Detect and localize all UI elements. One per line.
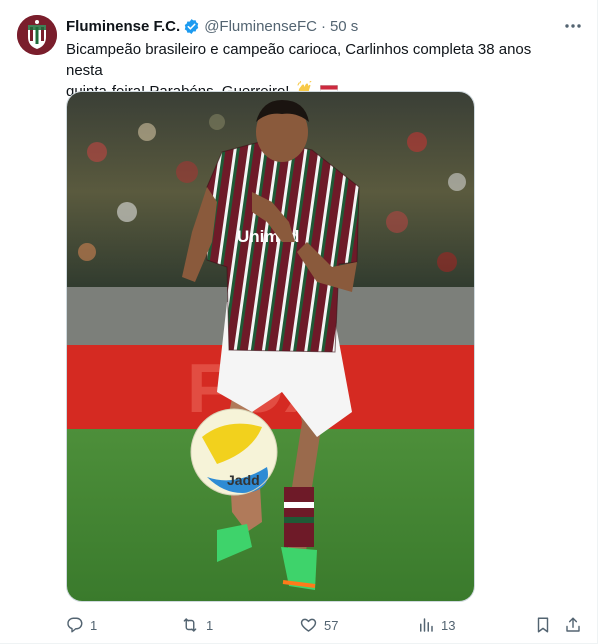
heart-icon xyxy=(300,618,317,632)
repost-count: 1 xyxy=(206,617,214,633)
share-button[interactable] xyxy=(564,614,582,636)
post-timestamp[interactable]: 50 s xyxy=(330,18,358,35)
verified-badge-icon xyxy=(183,18,200,35)
repost-icon xyxy=(183,618,197,632)
tweet-card[interactable]: Fluminense F.C. @FluminenseFC · 50 s Bic… xyxy=(0,0,598,644)
tweet-photo[interactable]: FOX Unimed xyxy=(66,91,475,602)
club-crest-icon xyxy=(17,15,57,55)
views-button[interactable]: 13 xyxy=(417,614,455,636)
separator-dot: · xyxy=(320,17,326,35)
more-options-button[interactable] xyxy=(562,16,584,36)
soccer-player-photo: FOX Unimed xyxy=(67,92,474,601)
share-icon xyxy=(566,617,580,632)
like-count: 57 xyxy=(324,617,339,633)
repost-button[interactable]: 1 xyxy=(180,614,213,636)
bookmark-button[interactable] xyxy=(534,614,552,636)
tweet-actions: 1 1 57 13 xyxy=(66,614,586,636)
like-button[interactable]: 57 xyxy=(299,614,338,636)
reply-count: 1 xyxy=(90,617,98,633)
reply-button[interactable]: 1 xyxy=(66,614,97,636)
reply-icon xyxy=(67,617,83,633)
tweet-header: Fluminense F.C. @FluminenseFC · 50 s xyxy=(66,16,358,36)
tweet-text-line-1: Bicampeão brasileiro e campeão carioca, … xyxy=(66,41,532,79)
more-icon xyxy=(565,24,581,28)
author-handle[interactable]: @FluminenseFC xyxy=(204,18,317,35)
author-name[interactable]: Fluminense F.C. xyxy=(66,18,180,35)
bookmark-icon xyxy=(537,617,549,633)
ball-brand-text: Jadd xyxy=(227,472,260,488)
views-count: 13 xyxy=(441,617,456,633)
analytics-icon xyxy=(420,618,433,632)
avatar[interactable] xyxy=(17,15,57,55)
